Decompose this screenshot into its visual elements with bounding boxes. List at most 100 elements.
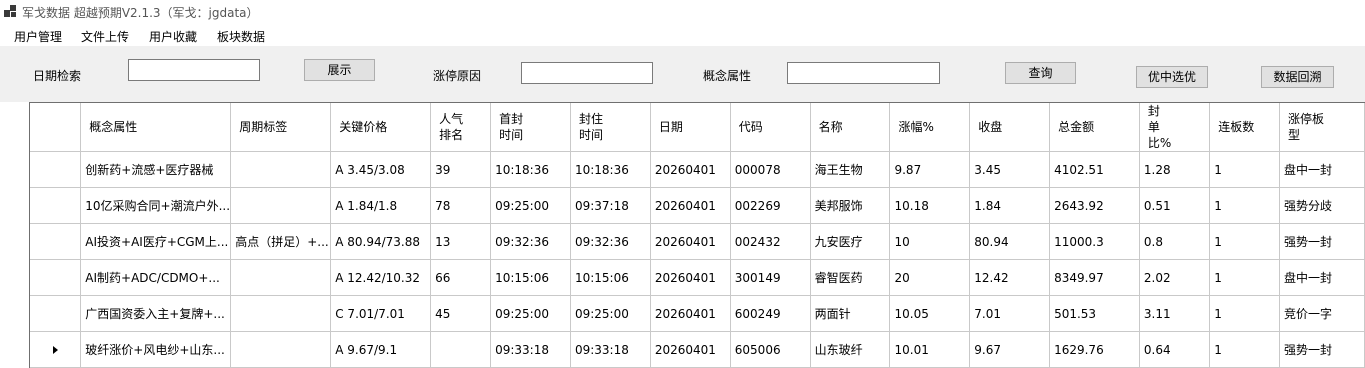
column-header-name[interactable]: 名称 (810, 103, 891, 152)
cell-key-price[interactable]: A 3.45/3.08 (330, 151, 432, 188)
cell-consecutive-boards[interactable]: 1 (1209, 259, 1281, 296)
cell-name[interactable]: 睿智医药 (810, 259, 891, 296)
column-header-first-seal-time[interactable]: 首封时间 (490, 103, 571, 152)
cell-date[interactable]: 20260401 (650, 223, 731, 260)
row-header[interactable] (30, 259, 82, 296)
cell-consecutive-boards[interactable]: 1 (1209, 223, 1281, 260)
cell-name[interactable]: 美邦服饰 (810, 187, 891, 224)
cell-limit-type[interactable]: 竞价一字 (1279, 295, 1365, 332)
cell-total-amount[interactable]: 8349.97 (1049, 259, 1140, 296)
table-row[interactable]: AI制药+ADC/CDMO+... A 12.42/10.32 66 10:15… (30, 259, 1365, 296)
cell-consecutive-boards[interactable]: 1 (1209, 151, 1281, 188)
row-header[interactable] (30, 295, 82, 332)
cell-code[interactable]: 600249 (730, 295, 811, 332)
cell-limit-type[interactable]: 强势分歧 (1279, 187, 1365, 224)
column-header-code[interactable]: 代码 (730, 103, 811, 152)
data-backtest-button[interactable]: 数据回溯 (1261, 66, 1334, 88)
cell-popularity-rank[interactable]: 66 (430, 259, 492, 296)
cell-concept[interactable]: 广西国资委入主+复牌+... (80, 295, 232, 332)
cell-seal-ratio[interactable]: 2.02 (1139, 259, 1211, 296)
cell-limit-type[interactable]: 强势一封 (1279, 223, 1365, 260)
cell-first-seal-time[interactable]: 09:25:00 (490, 295, 571, 332)
cell-key-price[interactable]: A 12.42/10.32 (330, 259, 432, 296)
cell-cycle-tag[interactable] (230, 151, 332, 188)
column-header-limit-type[interactable]: 涨停板型 (1279, 103, 1365, 152)
row-header[interactable] (30, 151, 82, 188)
show-button[interactable]: 展示 (304, 59, 375, 81)
cell-first-seal-time[interactable]: 10:15:06 (490, 259, 571, 296)
menu-user-favorites[interactable]: 用户收藏 (149, 28, 197, 45)
cell-change-pct[interactable]: 10.05 (889, 295, 971, 332)
cell-cycle-tag[interactable] (230, 259, 332, 296)
cell-code[interactable]: 000078 (730, 151, 811, 188)
cell-name[interactable]: 海王生物 (810, 151, 891, 188)
column-header-seal-ratio[interactable]: 封单比% (1139, 103, 1211, 152)
cell-seal-ratio[interactable]: 0.8 (1139, 223, 1211, 260)
cell-limit-type[interactable]: 盘中一封 (1279, 151, 1365, 188)
column-header-concept[interactable]: 概念属性 (80, 103, 232, 152)
column-header-popularity-rank[interactable]: 人气排名 (430, 103, 492, 152)
column-header-change-pct[interactable]: 涨幅% (889, 103, 971, 152)
cell-concept[interactable]: 10亿采购合同+潮流户外... (80, 187, 232, 224)
cell-cycle-tag[interactable] (230, 295, 332, 332)
cell-first-seal-time[interactable]: 09:32:36 (490, 223, 571, 260)
limit-reason-input[interactable] (521, 62, 653, 84)
cell-code[interactable]: 605006 (730, 331, 811, 368)
cell-code[interactable]: 002269 (730, 187, 811, 224)
cell-date[interactable]: 20260401 (650, 331, 731, 368)
cell-sealed-time[interactable]: 10:18:36 (570, 151, 651, 188)
cell-sealed-time[interactable]: 10:15:06 (570, 259, 651, 296)
cell-first-seal-time[interactable]: 09:33:18 (490, 331, 571, 368)
cell-consecutive-boards[interactable]: 1 (1209, 295, 1281, 332)
column-header-date[interactable]: 日期 (650, 103, 731, 152)
cell-seal-ratio[interactable]: 3.11 (1139, 295, 1211, 332)
cell-limit-type[interactable]: 盘中一封 (1279, 259, 1365, 296)
cell-change-pct[interactable]: 10.01 (889, 331, 971, 368)
cell-change-pct[interactable]: 10 (889, 223, 971, 260)
cell-name[interactable]: 山东玻纤 (810, 331, 891, 368)
cell-seal-ratio[interactable]: 0.64 (1139, 331, 1211, 368)
column-header-close[interactable]: 收盘 (969, 103, 1051, 152)
cell-popularity-rank[interactable]: 45 (430, 295, 492, 332)
cell-consecutive-boards[interactable]: 1 (1209, 331, 1281, 368)
row-header[interactable] (30, 187, 82, 224)
cell-key-price[interactable]: A 9.67/9.1 (330, 331, 432, 368)
cell-key-price[interactable]: C 7.01/7.01 (330, 295, 432, 332)
cell-first-seal-time[interactable]: 10:18:36 (490, 151, 571, 188)
menu-user-management[interactable]: 用户管理 (14, 28, 62, 45)
table-row[interactable]: AI投资+AI医疗+CGM上... 高点（拼足）+... A 80.94/73.… (30, 223, 1365, 260)
cell-total-amount[interactable]: 1629.76 (1049, 331, 1140, 368)
table-row[interactable]: 广西国资委入主+复牌+... C 7.01/7.01 45 09:25:00 0… (30, 295, 1365, 332)
cell-concept[interactable]: 创新药+流感+医疗器械 (80, 151, 232, 188)
cell-close[interactable]: 7.01 (969, 295, 1051, 332)
cell-change-pct[interactable]: 20 (889, 259, 971, 296)
cell-total-amount[interactable]: 501.53 (1049, 295, 1140, 332)
cell-sealed-time[interactable]: 09:33:18 (570, 331, 651, 368)
cell-cycle-tag[interactable]: 高点（拼足）+... (230, 223, 332, 260)
cell-total-amount[interactable]: 4102.51 (1049, 151, 1140, 188)
query-button[interactable]: 查询 (1005, 62, 1076, 84)
concept-attr-input[interactable] (787, 62, 940, 84)
cell-sealed-time[interactable]: 09:32:36 (570, 223, 651, 260)
column-header-consecutive-boards[interactable]: 连板数 (1209, 103, 1281, 152)
cell-key-price[interactable]: A 80.94/73.88 (330, 223, 432, 260)
cell-limit-type[interactable]: 强势一封 (1279, 331, 1365, 368)
cell-concept[interactable]: AI投资+AI医疗+CGM上... (80, 223, 232, 260)
select-best-button[interactable]: 优中选优 (1136, 66, 1208, 88)
column-header-key-price[interactable]: 关键价格 (330, 103, 432, 152)
cell-code[interactable]: 300149 (730, 259, 811, 296)
table-row[interactable]: 创新药+流感+医疗器械 A 3.45/3.08 39 10:18:36 10:1… (30, 151, 1365, 188)
cell-change-pct[interactable]: 9.87 (889, 151, 971, 188)
cell-sealed-time[interactable]: 09:37:18 (570, 187, 651, 224)
cell-popularity-rank[interactable]: 78 (430, 187, 492, 224)
cell-seal-ratio[interactable]: 1.28 (1139, 151, 1211, 188)
row-header[interactable] (30, 331, 82, 368)
cell-close[interactable]: 12.42 (969, 259, 1051, 296)
cell-sealed-time[interactable]: 09:25:00 (570, 295, 651, 332)
cell-cycle-tag[interactable] (230, 331, 332, 368)
cell-date[interactable]: 20260401 (650, 259, 731, 296)
stock-data-grid[interactable]: 概念属性 周期标签 关键价格 人气排名 首封时间 封住时间 日期 代码 名称 涨… (29, 102, 1365, 368)
cell-consecutive-boards[interactable]: 1 (1209, 187, 1281, 224)
cell-close[interactable]: 1.84 (969, 187, 1051, 224)
cell-concept[interactable]: 玻纤涨价+风电纱+山东... (80, 331, 232, 368)
